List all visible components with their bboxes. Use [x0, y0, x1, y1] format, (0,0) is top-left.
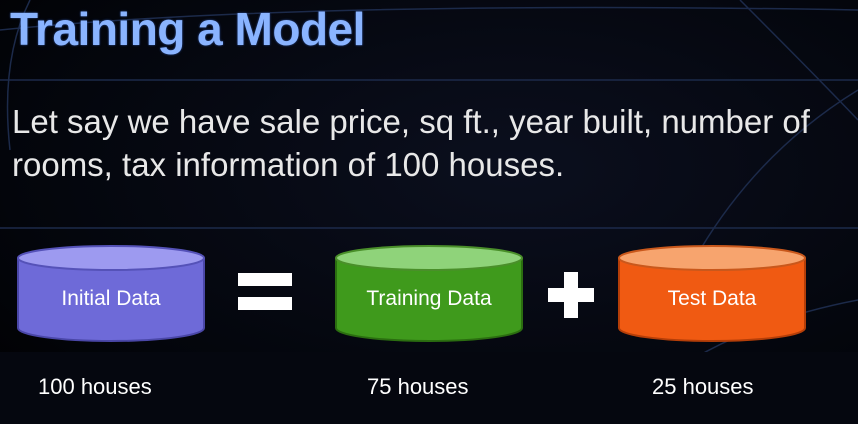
slide-title: Training a Model [10, 3, 365, 55]
test-data-label: Test Data [667, 287, 757, 310]
training-data-count: 75 houses [367, 374, 469, 399]
test-data-count: 25 houses [652, 374, 754, 399]
initial-data-count: 100 houses [38, 374, 152, 399]
equals-operator [238, 273, 292, 310]
slide: Training a Model Let say we have sale pr… [0, 0, 858, 424]
test-data-cylinder: Test Data [616, 244, 808, 344]
initial-data-label: Initial Data [61, 287, 161, 310]
training-data-label: Training Data [366, 287, 492, 310]
training-data-cylinder: Training Data [333, 244, 525, 344]
description-text: Let say we have sale price, sq ft., year… [12, 103, 810, 183]
initial-data-cylinder: Initial Data [15, 244, 207, 344]
plus-operator [548, 272, 594, 318]
